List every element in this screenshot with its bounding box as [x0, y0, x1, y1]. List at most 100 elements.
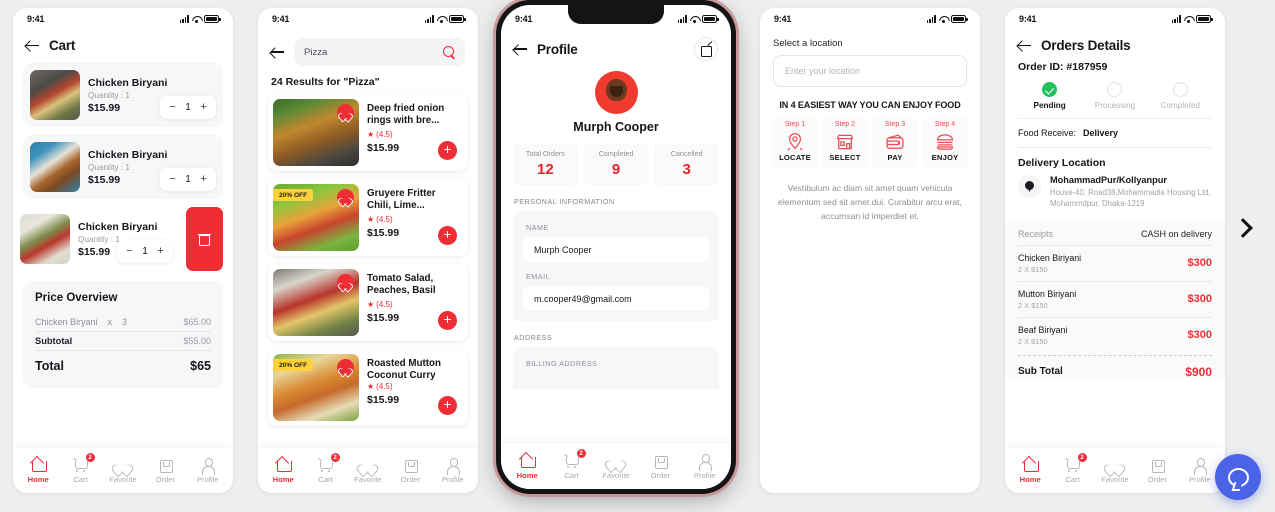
result-info: Roasted Mutton Coconut Curry ★ (4.5) $15… [359, 354, 463, 421]
result-card[interactable]: 20% OFF Gruyere Fritter Chili, Lime... ★… [268, 179, 468, 256]
signal-icon [677, 15, 687, 23]
total-label: Total [35, 359, 64, 373]
nav-item-order[interactable]: Order [145, 457, 185, 484]
quantity-stepper[interactable]: − 1 + [160, 96, 216, 119]
step-title: ENJOY [931, 153, 959, 162]
nav-item-favorite[interactable]: Favorite [103, 457, 143, 484]
stat-value: 9 [611, 161, 621, 178]
name-field[interactable]: Murph Cooper [523, 237, 709, 262]
chevron-right-icon[interactable] [1234, 214, 1254, 242]
profile-name: Murph Cooper [573, 120, 659, 134]
signal-icon [1171, 15, 1181, 23]
result-card[interactable]: 20% OFF Roasted Mutton Coconut Curry ★ (… [268, 349, 468, 426]
nav-label: Order [400, 475, 421, 484]
step-title: SELECT [829, 153, 861, 162]
favorite-button[interactable] [337, 359, 354, 376]
nav-item-profile[interactable]: Profile [433, 457, 473, 484]
location-input[interactable]: Enter your location [773, 55, 967, 87]
nav-item-cart[interactable]: 2 Cart [552, 449, 592, 480]
heart-icon [341, 108, 350, 117]
edit-profile-button[interactable] [694, 37, 718, 61]
increment-button[interactable]: + [199, 102, 208, 113]
nav-item-home[interactable]: Home [1010, 457, 1050, 484]
bag-icon [158, 457, 173, 473]
receipt-item-name: Beaf Biriyani [1018, 324, 1068, 335]
add-to-cart-button[interactable]: + [438, 396, 457, 415]
add-to-cart-button[interactable]: + [438, 311, 457, 330]
location-name: MohammadPur/Kollyanpur [1050, 175, 1167, 185]
help-chat-button[interactable] [1215, 454, 1261, 500]
nav-item-home[interactable]: Home [507, 453, 547, 480]
map-pin-icon [772, 131, 818, 153]
wallet-icon [872, 131, 918, 153]
step-locate: Step 1 LOCATE [772, 117, 818, 168]
nav-item-home[interactable]: Home [18, 457, 58, 484]
result-card[interactable]: Deep fried onion rings with bre... ★ (4.… [268, 94, 468, 171]
nav-label: Cart [73, 475, 88, 484]
search-input[interactable]: Pizza [294, 38, 465, 66]
cart-item[interactable]: Chicken Biryani Quantity : 1 $15.99 − 1 … [23, 63, 223, 127]
add-to-cart-button[interactable]: + [438, 141, 457, 160]
discount-badge: 20% OFF [273, 189, 314, 201]
nav-item-favorite[interactable]: Favorite [596, 453, 636, 480]
nav-item-order[interactable]: Order [640, 453, 680, 480]
quantity-stepper[interactable]: − 1 + [117, 240, 173, 263]
progress-label: Pending [1033, 101, 1066, 110]
decrement-button[interactable]: − [125, 246, 134, 257]
subtotal-value: $900 [1185, 364, 1212, 379]
progress-step-processing: Processing [1082, 82, 1147, 110]
nav-item-order[interactable]: Order [1137, 457, 1177, 484]
nav-item-favorite[interactable]: Favorite [1095, 457, 1135, 484]
subtotal-row: Subtotal $55.00 [35, 332, 211, 351]
nav-item-order[interactable]: Order [390, 457, 430, 484]
back-arrow-icon[interactable] [1018, 39, 1032, 53]
cart-item-swiped[interactable]: Chicken Biryani Quantity : 1 $15.99 − 1 … [13, 207, 223, 271]
bottom-navigation: Home 2 Cart Favorite Order Profile [1005, 448, 1225, 493]
increment-button[interactable]: + [156, 246, 165, 257]
back-arrow-icon[interactable] [271, 45, 285, 59]
back-arrow-icon[interactable] [26, 39, 40, 53]
cart-item[interactable]: Chicken Biryani Quantity : 1 $15.99 − 1 … [23, 135, 223, 199]
nav-item-cart[interactable]: 2 Cart [61, 453, 101, 484]
bag-icon [1150, 457, 1165, 473]
quantity-value: 1 [142, 246, 148, 257]
result-image: 20% OFF [273, 184, 359, 251]
email-field[interactable]: m.cooper49@gmail.com [523, 286, 709, 311]
bottom-navigation: Home 2 Cart Favorite Order Profile [13, 448, 233, 493]
step-pay: Step 3 PAY [872, 117, 918, 168]
progress-step-pending: Pending [1017, 82, 1082, 110]
nav-item-cart[interactable]: 2 Cart [1053, 453, 1093, 484]
increment-button[interactable]: + [199, 174, 208, 185]
delete-item-button[interactable] [186, 207, 223, 271]
order-id: Order ID: #187959 [1018, 61, 1108, 73]
nav-label: Cart [318, 475, 333, 484]
nav-label: Cart [564, 471, 579, 480]
dashed-divider [1018, 354, 1212, 356]
add-to-cart-button[interactable]: + [438, 226, 457, 245]
decrement-button[interactable]: − [168, 102, 177, 113]
user-icon [697, 453, 713, 471]
nav-item-home[interactable]: Home [263, 457, 303, 484]
search-icon[interactable] [443, 46, 455, 58]
bag-icon [653, 453, 668, 469]
decrement-button[interactable]: − [168, 174, 177, 185]
circle-icon [1107, 82, 1123, 97]
food-receive-row: Food Receive: Delivery [1005, 119, 1225, 147]
quantity-stepper[interactable]: − 1 + [160, 168, 216, 191]
nav-item-favorite[interactable]: Favorite [348, 457, 388, 484]
screen-search-results: 9:41 Pizza 24 Results for "Pizza" Deep f… [258, 8, 478, 493]
receipt-item-name: Mutton Biriyani [1018, 288, 1077, 299]
nav-item-profile[interactable]: Profile [685, 453, 725, 480]
back-arrow-icon[interactable] [514, 42, 528, 56]
nav-item-profile[interactable]: Profile [188, 457, 228, 484]
nav-item-cart[interactable]: 2 Cart [306, 453, 346, 484]
favorite-button[interactable] [337, 274, 354, 291]
status-time: 9:41 [1019, 14, 1037, 24]
favorite-button[interactable] [337, 104, 354, 121]
status-bar: 9:41 [258, 8, 478, 30]
nav-item-profile[interactable]: Profile [1180, 457, 1220, 484]
result-card[interactable]: Tomato Salad, Peaches, Basil ★ (4.5) $15… [268, 264, 468, 341]
favorite-button[interactable] [337, 189, 354, 206]
cart-header: Cart [13, 30, 233, 59]
heart-icon [341, 278, 350, 287]
